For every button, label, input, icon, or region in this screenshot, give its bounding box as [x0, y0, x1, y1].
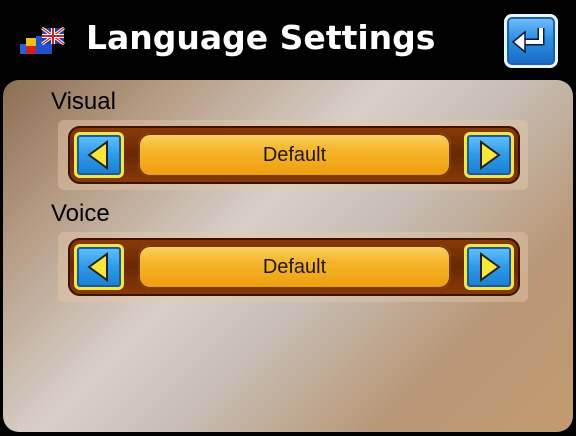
visual-next-button[interactable] — [464, 132, 514, 178]
settings-panel: Visual Default Voice Default — [3, 80, 573, 432]
page-title: Language Settings — [86, 18, 436, 57]
visual-label: Visual — [51, 88, 116, 115]
voice-next-button[interactable] — [464, 244, 514, 290]
voice-selector: Default — [58, 232, 528, 302]
back-button[interactable] — [504, 14, 558, 68]
selector-frame: Default — [68, 126, 520, 184]
voice-prev-button[interactable] — [74, 244, 124, 290]
visual-prev-button[interactable] — [74, 132, 124, 178]
voice-value: Default — [138, 245, 451, 289]
selector-frame: Default — [68, 238, 520, 296]
visual-selector: Default — [58, 120, 528, 190]
language-flag-icon — [18, 24, 70, 62]
visual-value: Default — [138, 133, 451, 177]
title-bar: Language Settings — [0, 0, 576, 78]
language-settings-screen: Language Settings Visual Default Voice D… — [0, 0, 576, 436]
voice-label: Voice — [51, 200, 110, 227]
